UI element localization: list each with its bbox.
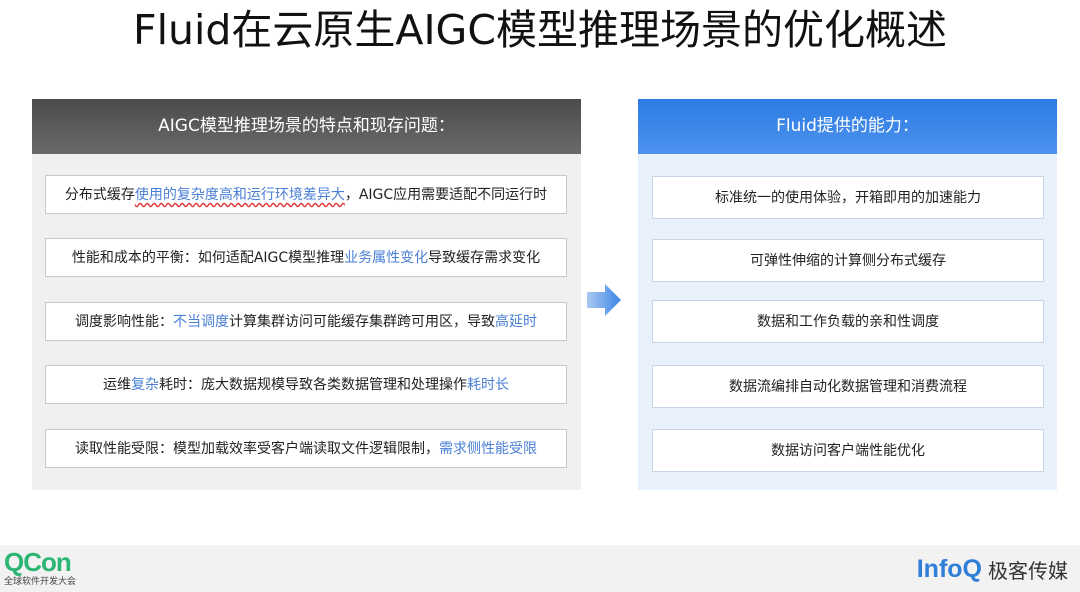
problem-highlight: 使用的复杂度高和运行环境差异大 (134, 187, 345, 203)
infoq-cn-name: 极客传媒 (988, 559, 1068, 583)
problem-item: 性能和成本的平衡：如何适配AIGC模型推理业务属性变化导致缓存需求变化 (45, 238, 567, 277)
capability-item: 可弹性伸缩的计算侧分布式缓存 (652, 239, 1044, 282)
problem-item: 运维复杂耗时：庞大数据规模导致各类数据管理和处理操作耗时长 (45, 365, 567, 404)
problem-highlight: 复杂 (131, 377, 159, 393)
problem-text: 性能和成本的平衡：如何适配AIGC模型推理 (71, 250, 345, 266)
problem-highlight: 不当调度 (173, 314, 229, 330)
qcon-logo: QCon (4, 547, 72, 577)
problem-text: 读取性能受限：模型加载效率受客户端读取文件逻辑限制， (75, 441, 439, 457)
problem-text: 运维 (103, 377, 131, 393)
infoq-logo: InfoQ (916, 555, 982, 583)
capability-item: 标准统一的使用体验，开箱即用的加速能力 (652, 176, 1044, 219)
problem-text: 导致缓存需求变化 (428, 250, 541, 266)
problem-text: 计算集群访问可能缓存集群跨可用区，导致 (229, 314, 495, 330)
problem-text: 分布式缓存 (64, 187, 135, 203)
footer-bar: QCon 全球软件开发大会 InfoQ 极客传媒 (0, 545, 1080, 592)
right-arrow-icon (587, 284, 621, 316)
capability-item: 数据流编排自动化数据管理和消费流程 (652, 365, 1044, 408)
problem-highlight: 高延时 (495, 314, 537, 330)
problem-highlight: 业务属性变化 (344, 250, 429, 266)
slide-title: Fluid在云原生AIGC模型推理场景的优化概述 (133, 6, 947, 54)
problem-text: 调度影响性能： (75, 314, 173, 330)
problem-text: ，AIGC应用需要适配不同运行时 (344, 187, 548, 203)
problem-highlight: 需求侧性能受限 (439, 441, 537, 457)
capability-item: 数据和工作负载的亲和性调度 (652, 300, 1044, 343)
infoq-brand: InfoQ 极客传媒 (917, 555, 1068, 584)
problem-text: 耗时：庞大数据规模导致各类数据管理和处理操作 (159, 377, 467, 393)
capability-item: 数据访问客户端性能优化 (652, 429, 1044, 472)
problem-item: 分布式缓存使用的复杂度高和运行环境差异大，AIGC应用需要适配不同运行时 (45, 175, 567, 214)
qcon-brand: QCon 全球软件开发大会 (4, 549, 76, 588)
problems-header: AIGC模型推理场景的特点和现存问题： (32, 99, 581, 154)
capabilities-panel: Fluid提供的能力： 标准统一的使用体验，开箱即用的加速能力 可弹性伸缩的计算… (638, 99, 1057, 490)
capabilities-header: Fluid提供的能力： (638, 99, 1057, 154)
problem-highlight: 耗时长 (467, 377, 509, 393)
qcon-subtitle: 全球软件开发大会 (4, 577, 77, 587)
problems-panel: AIGC模型推理场景的特点和现存问题： 分布式缓存使用的复杂度高和运行环境差异大… (32, 99, 581, 490)
problem-item: 调度影响性能：不当调度计算集群访问可能缓存集群跨可用区，导致高延时 (45, 302, 567, 341)
problem-item: 读取性能受限：模型加载效率受客户端读取文件逻辑限制，需求侧性能受限 (45, 429, 567, 468)
